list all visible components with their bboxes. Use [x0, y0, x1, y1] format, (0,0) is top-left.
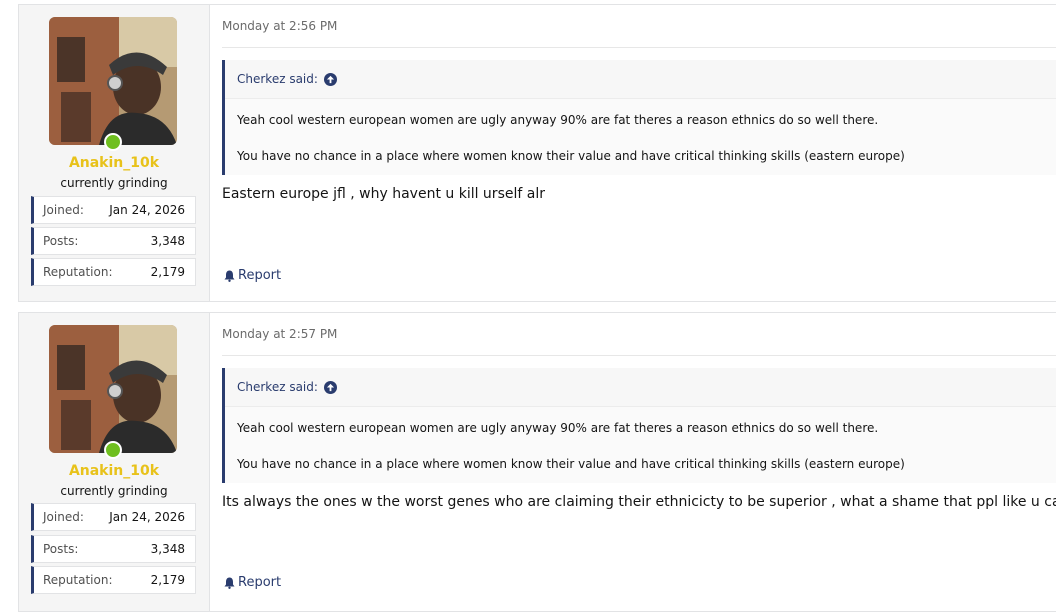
stat-value: 3,348 — [150, 234, 185, 248]
avatar[interactable] — [49, 17, 177, 145]
post-message-cell: Monday at 2:57 PM Cherkez said: Yeah coo… — [210, 313, 1056, 611]
user-title: currently grinding — [60, 484, 168, 498]
message-text: Its always the ones w the worst genes wh… — [222, 494, 1056, 510]
report-button[interactable]: Report — [224, 268, 281, 283]
post-date[interactable]: Monday at 2:57 PM — [222, 327, 337, 341]
quote-line: You have no chance in a place where wome… — [237, 149, 905, 163]
report-label[interactable]: Report — [238, 575, 281, 590]
arrow-up-icon[interactable] — [323, 380, 337, 394]
stat-label: Posts: — [43, 542, 79, 556]
report-label[interactable]: Report — [238, 268, 281, 283]
bell-icon — [224, 270, 235, 282]
avatar[interactable] — [49, 325, 177, 453]
stat-joined: Joined: Jan 24, 2026 — [31, 196, 196, 224]
post-message-cell: Monday at 2:56 PM Cherkez said: Yeah coo… — [210, 5, 1056, 301]
stat-value: 2,179 — [150, 573, 185, 587]
divider — [222, 355, 1056, 356]
quote-author-link[interactable]: Cherkez said: — [237, 72, 337, 86]
stat-label: Joined: — [43, 510, 84, 524]
stat-value: Jan 24, 2026 — [109, 203, 185, 217]
bell-icon — [224, 577, 235, 589]
message-text: Eastern europe jfl , why havent u kill u… — [222, 186, 545, 202]
arrow-up-icon[interactable] — [323, 72, 337, 86]
quote-block: Cherkez said: Yeah cool western european… — [222, 60, 1056, 175]
post: Anakin_10k currently grinding Joined: Ja… — [18, 4, 1056, 302]
stat-label: Reputation: — [43, 265, 113, 279]
stat-reputation: Reputation: 2,179 — [31, 566, 196, 594]
quote-line: You have no chance in a place where wome… — [237, 457, 905, 471]
post-user-cell: Anakin_10k currently grinding Joined: Ja… — [19, 5, 210, 301]
quote-body: Yeah cool western european women are ugl… — [225, 406, 1056, 483]
username[interactable]: Anakin_10k — [19, 463, 209, 479]
stat-joined: Joined: Jan 24, 2026 — [31, 503, 196, 531]
quote-author-link[interactable]: Cherkez said: — [237, 380, 337, 394]
stat-value: Jan 24, 2026 — [109, 510, 185, 524]
quote-line: Yeah cool western european women are ugl… — [237, 421, 879, 435]
stat-posts: Posts: 3,348 — [31, 227, 196, 255]
stat-posts: Posts: 3,348 — [31, 535, 196, 563]
quote-line: Yeah cool western european women are ugl… — [237, 113, 879, 127]
stat-reputation: Reputation: 2,179 — [31, 258, 196, 286]
stat-label: Joined: — [43, 203, 84, 217]
quote-body: Yeah cool western european women are ugl… — [225, 98, 1056, 175]
stat-label: Reputation: — [43, 573, 113, 587]
username[interactable]: Anakin_10k — [19, 155, 209, 171]
post-date[interactable]: Monday at 2:56 PM — [222, 19, 337, 33]
online-status-icon — [104, 133, 122, 151]
report-button[interactable]: Report — [224, 575, 281, 590]
divider — [222, 47, 1056, 48]
user-title: currently grinding — [60, 176, 168, 190]
post: Anakin_10k currently grinding Joined: Ja… — [18, 312, 1056, 612]
stat-value: 3,348 — [150, 542, 185, 556]
quote-author[interactable]: Cherkez said: — [237, 380, 318, 394]
stat-label: Posts: — [43, 234, 79, 248]
online-status-icon — [104, 441, 122, 459]
quote-author[interactable]: Cherkez said: — [237, 72, 318, 86]
quote-block: Cherkez said: Yeah cool western european… — [222, 368, 1056, 483]
stat-value: 2,179 — [150, 265, 185, 279]
post-user-cell: Anakin_10k currently grinding Joined: Ja… — [19, 313, 210, 611]
